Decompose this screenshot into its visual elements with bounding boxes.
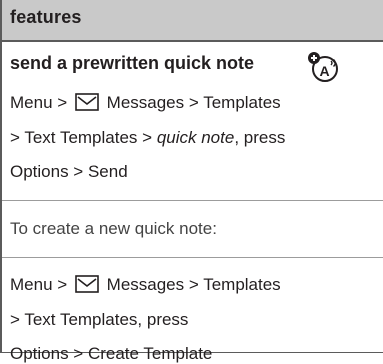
feature-title: send a prewritten quick note bbox=[10, 53, 255, 73]
divider bbox=[2, 257, 383, 258]
create-intro: To create a new quick note: bbox=[10, 219, 217, 238]
table-header: features bbox=[2, 0, 383, 42]
messages-templates-text: Messages > Templates bbox=[106, 275, 281, 294]
text-templates-text: > Text Templates > bbox=[10, 128, 153, 147]
send-path-line-1: Menu > Messages > Templates bbox=[10, 93, 281, 113]
svg-text:A: A bbox=[320, 63, 330, 79]
messages-templates-text: Messages > Templates bbox=[106, 93, 281, 112]
features-table: features send a prewritten quick note A … bbox=[0, 0, 383, 363]
text-templates-text: > Text Templates, press bbox=[10, 310, 189, 329]
send-path-line-2: > Text Templates > quick note, press bbox=[10, 128, 285, 148]
create-path-line-2: > Text Templates, press bbox=[10, 310, 188, 330]
feature-section: send a prewritten quick note A Menu > Me… bbox=[2, 42, 383, 363]
menu-text: Menu > bbox=[10, 93, 68, 112]
create-path-line-3: Options > Create Template bbox=[10, 344, 212, 364]
speaker-phone-icon: A bbox=[308, 52, 338, 82]
press-text: , press bbox=[234, 128, 286, 147]
create-path-line-1: Menu > Messages > Templates bbox=[10, 275, 281, 295]
options-send-text: Options > Send bbox=[10, 162, 128, 181]
divider bbox=[2, 200, 383, 201]
send-path-line-3: Options > Send bbox=[10, 162, 128, 182]
header-title: features bbox=[10, 7, 82, 27]
quick-note-text: quick note bbox=[156, 128, 235, 147]
menu-text: Menu > bbox=[10, 275, 68, 294]
envelope-icon bbox=[75, 275, 99, 293]
envelope-icon bbox=[75, 93, 99, 111]
